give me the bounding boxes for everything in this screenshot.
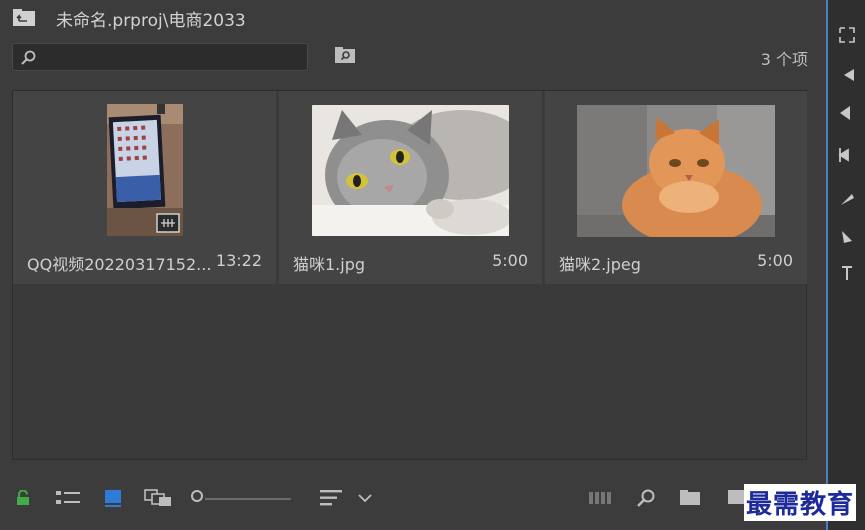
item-name: QQ视频20220317152...	[27, 255, 212, 274]
item-duration: 13:22	[215, 251, 262, 270]
tools-panel	[828, 0, 865, 530]
project-path-title: 未命名.prproj\电商2033	[56, 11, 246, 31]
find-icon[interactable]	[636, 488, 656, 508]
list-view-icon[interactable]	[56, 490, 80, 506]
project-item-image-1[interactable]: 猫咪1.jpg 5:00	[279, 91, 542, 284]
new-bin-icon[interactable]	[679, 489, 701, 506]
icon-view-icon[interactable]	[104, 489, 122, 507]
icon-view-grid: QQ视频20220317152... 13:22 猫咪1.jpg 5:00 猫咪…	[12, 90, 807, 460]
panel-header: 未命名.prproj\电商2033	[0, 0, 826, 36]
razor-tool-icon[interactable]	[838, 146, 856, 164]
chevron-down-icon[interactable]	[358, 493, 372, 503]
navigate-up-icon[interactable]	[12, 9, 36, 27]
item-duration: 5:00	[757, 251, 793, 270]
freeform-view-icon[interactable]	[144, 489, 172, 507]
bottom-toolbar	[0, 476, 826, 520]
pen-tool-icon[interactable]	[838, 228, 856, 246]
type-tool-icon[interactable]	[838, 264, 856, 282]
track-select-tool-icon[interactable]	[838, 66, 856, 84]
project-panel: 未命名.prproj\电商2033 3 个项 QQ视频20220317152..…	[0, 0, 826, 530]
lock-icon[interactable]	[16, 490, 30, 506]
search-input[interactable]	[12, 43, 308, 71]
sort-icon[interactable]	[320, 490, 342, 506]
zoom-slider-knob[interactable]	[191, 490, 203, 502]
video-screen-thumbnail	[107, 104, 183, 236]
item-name: 猫咪2.jpeg	[559, 255, 641, 274]
new-item-icon[interactable]	[728, 490, 744, 504]
item-name: 猫咪1.jpg	[293, 255, 366, 274]
watermark-logo: 最需教育	[744, 484, 857, 521]
item-duration: 5:00	[492, 251, 528, 270]
automate-sequence-icon[interactable]	[589, 491, 613, 505]
orange-cat-thumbnail	[577, 105, 775, 237]
search-icon	[21, 50, 36, 65]
ripple-edit-tool-icon[interactable]	[838, 104, 856, 122]
project-item-video[interactable]: QQ视频20220317152... 13:22	[13, 91, 276, 284]
slip-tool-icon[interactable]	[838, 190, 856, 208]
selection-tool-icon[interactable]	[838, 26, 856, 44]
project-item-image-2[interactable]: 猫咪2.jpeg 5:00	[545, 91, 807, 284]
zoom-slider[interactable]	[205, 498, 291, 500]
find-in-bin-icon[interactable]	[334, 46, 356, 64]
gray-cat-thumbnail	[312, 105, 509, 236]
item-count: 3 个项	[760, 50, 808, 69]
